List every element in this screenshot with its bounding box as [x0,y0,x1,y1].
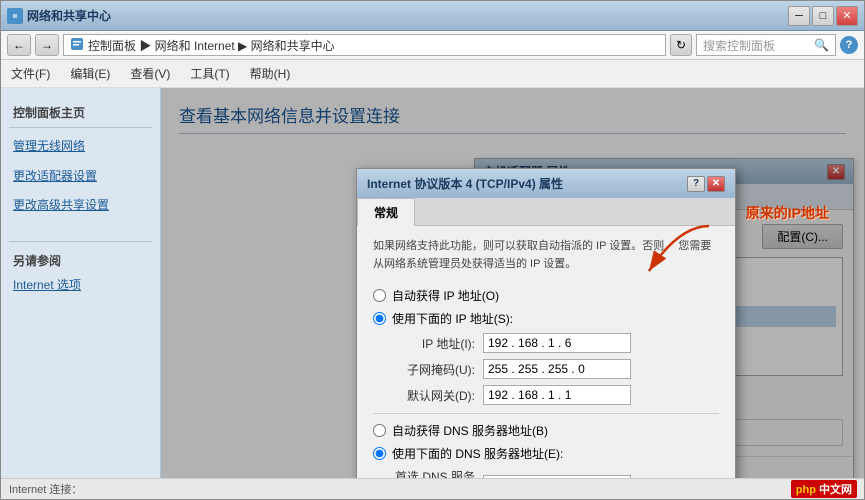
gateway-label: 默认网关(D): [393,387,483,404]
sidebar-item-internet[interactable]: Internet 选项 [1,271,160,301]
sidebar-item-wireless[interactable]: 管理无线网络 [1,132,160,162]
address-path[interactable]: 控制面板 ▶ 网络和 Internet ▶ 网络和共享中心 [63,34,666,56]
menu-help[interactable]: 帮助(H) [240,62,301,85]
subnet-label: 子网掩码(U): [393,361,483,378]
dialog-title: Internet 协议版本 4 (TCP/IPv4) 属性 ? ✕ [357,169,735,198]
sidebar-item-adapter[interactable]: 更改适配器设置 [1,162,160,192]
dialog-tab-general[interactable]: 常规 [357,198,415,226]
auto-dns-label: 自动获得 DNS 服务器地址(B) [392,422,548,439]
dialog-body: 如果网络支持此功能，则可以获取自动指派的 IP 设置。否则， 您需要从网络系统管… [357,226,735,478]
address-icon [70,37,84,54]
php-badge-text: php [796,484,816,496]
sidebar-item-sharing[interactable]: 更改高级共享设置 [1,191,160,221]
manual-dns-radio[interactable] [373,447,386,460]
ip-address-row: IP 地址(I): [393,333,719,353]
status-bar: Internet 连接： [1,478,864,499]
help-icon: ? [840,36,858,54]
close-button[interactable]: ✕ [836,6,858,26]
forward-button[interactable]: → [35,34,59,56]
sidebar: 控制面板主页 管理无线网络 更改适配器设置 更改高级共享设置 另请参阅 Inte… [1,88,161,478]
gateway-input[interactable] [483,385,631,405]
dialog-title-text: Internet 协议版本 4 (TCP/IPv4) 属性 [367,175,563,192]
auto-ip-row: 自动获得 IP 地址(O) [373,287,719,304]
gateway-row: 默认网关(D): [393,385,719,405]
tcpip-dialog: Internet 协议版本 4 (TCP/IPv4) 属性 ? ✕ 常规 如果网… [356,168,736,478]
dialog-tabs: 常规 [357,198,735,226]
sidebar-separator-2 [9,241,152,242]
section-separator [373,413,719,414]
preferred-dns-row: 首选 DNS 服务器(P): [393,468,719,478]
menu-tools[interactable]: 工具(T) [180,62,239,85]
auto-ip-radio[interactable] [373,289,386,302]
sidebar-title: 控制面板主页 [1,98,160,123]
manual-ip-row: 使用下面的 IP 地址(S): [373,310,719,327]
title-bar: 网络和共享中心 ─ □ ✕ [1,1,864,31]
ip-address-input[interactable] [483,333,631,353]
ip-fields-group: IP 地址(I): 子网掩码(U): 默认网关(D): [393,333,719,405]
window-title: 网络和共享中心 [27,7,788,24]
search-placeholder: 搜索控制面板 [703,37,775,54]
menu-view[interactable]: 查看(V) [120,62,180,85]
address-text: 控制面板 ▶ 网络和 Internet ▶ 网络和共享中心 [88,37,335,54]
preferred-dns-input[interactable] [483,475,631,478]
main-window: 网络和共享中心 ─ □ ✕ ← → 控制面板 ▶ 网络和 Internet ▶ … [0,0,865,500]
manual-dns-row: 使用下面的 DNS 服务器地址(E): [373,445,719,462]
search-icon: 🔍 [814,38,829,52]
preferred-dns-label: 首选 DNS 服务器(P): [393,468,483,478]
manual-ip-label: 使用下面的 IP 地址(S): [392,310,513,327]
php-badge: php 中文网 [791,480,857,498]
dialog-desc: 如果网络支持此功能，则可以获取自动指派的 IP 设置。否则， 您需要从网络系统管… [373,238,719,273]
dns-fields-group: 首选 DNS 服务器(P): 备用 DNS 服务器(A): [393,468,719,478]
menu-file[interactable]: 文件(F) [1,62,60,85]
maximize-button[interactable]: □ [812,6,834,26]
subnet-input[interactable] [483,359,631,379]
subnet-row: 子网掩码(U): [393,359,719,379]
ip-address-label: IP 地址(I): [393,335,483,352]
window-icon [7,8,23,24]
search-box[interactable]: 搜索控制面板 🔍 [696,34,836,56]
auto-dns-radio[interactable] [373,424,386,437]
refresh-button[interactable]: ↻ [670,34,692,56]
back-button[interactable]: ← [7,34,31,56]
status-text: Internet 连接： [9,481,82,497]
manual-dns-label: 使用下面的 DNS 服务器地址(E): [392,445,563,462]
content-area: 查看基本网络信息并设置连接 主机适配器 属性 ✕ 常规 Family Contr… [161,88,864,478]
main-content: 控制面板主页 管理无线网络 更改适配器设置 更改高级共享设置 另请参阅 Inte… [1,88,864,478]
minimize-button[interactable]: ─ [788,6,810,26]
window-controls: ─ □ ✕ [788,6,858,26]
sidebar-also: 另请参阅 [1,246,160,271]
address-bar: ← → 控制面板 ▶ 网络和 Internet ▶ 网络和共享中心 ↻ 搜索控制… [1,31,864,60]
dialog-close-button[interactable]: ✕ [707,176,725,192]
sidebar-separator [9,127,152,128]
dialog-title-controls: ? ✕ [687,176,725,192]
auto-ip-label: 自动获得 IP 地址(O) [392,287,499,304]
dialog-help-button[interactable]: ? [687,176,705,192]
menu-edit[interactable]: 编辑(E) [60,62,120,85]
menu-bar: 文件(F) 编辑(E) 查看(V) 工具(T) 帮助(H) [1,60,864,88]
auto-dns-row: 自动获得 DNS 服务器地址(B) [373,422,719,439]
manual-ip-radio[interactable] [373,312,386,325]
